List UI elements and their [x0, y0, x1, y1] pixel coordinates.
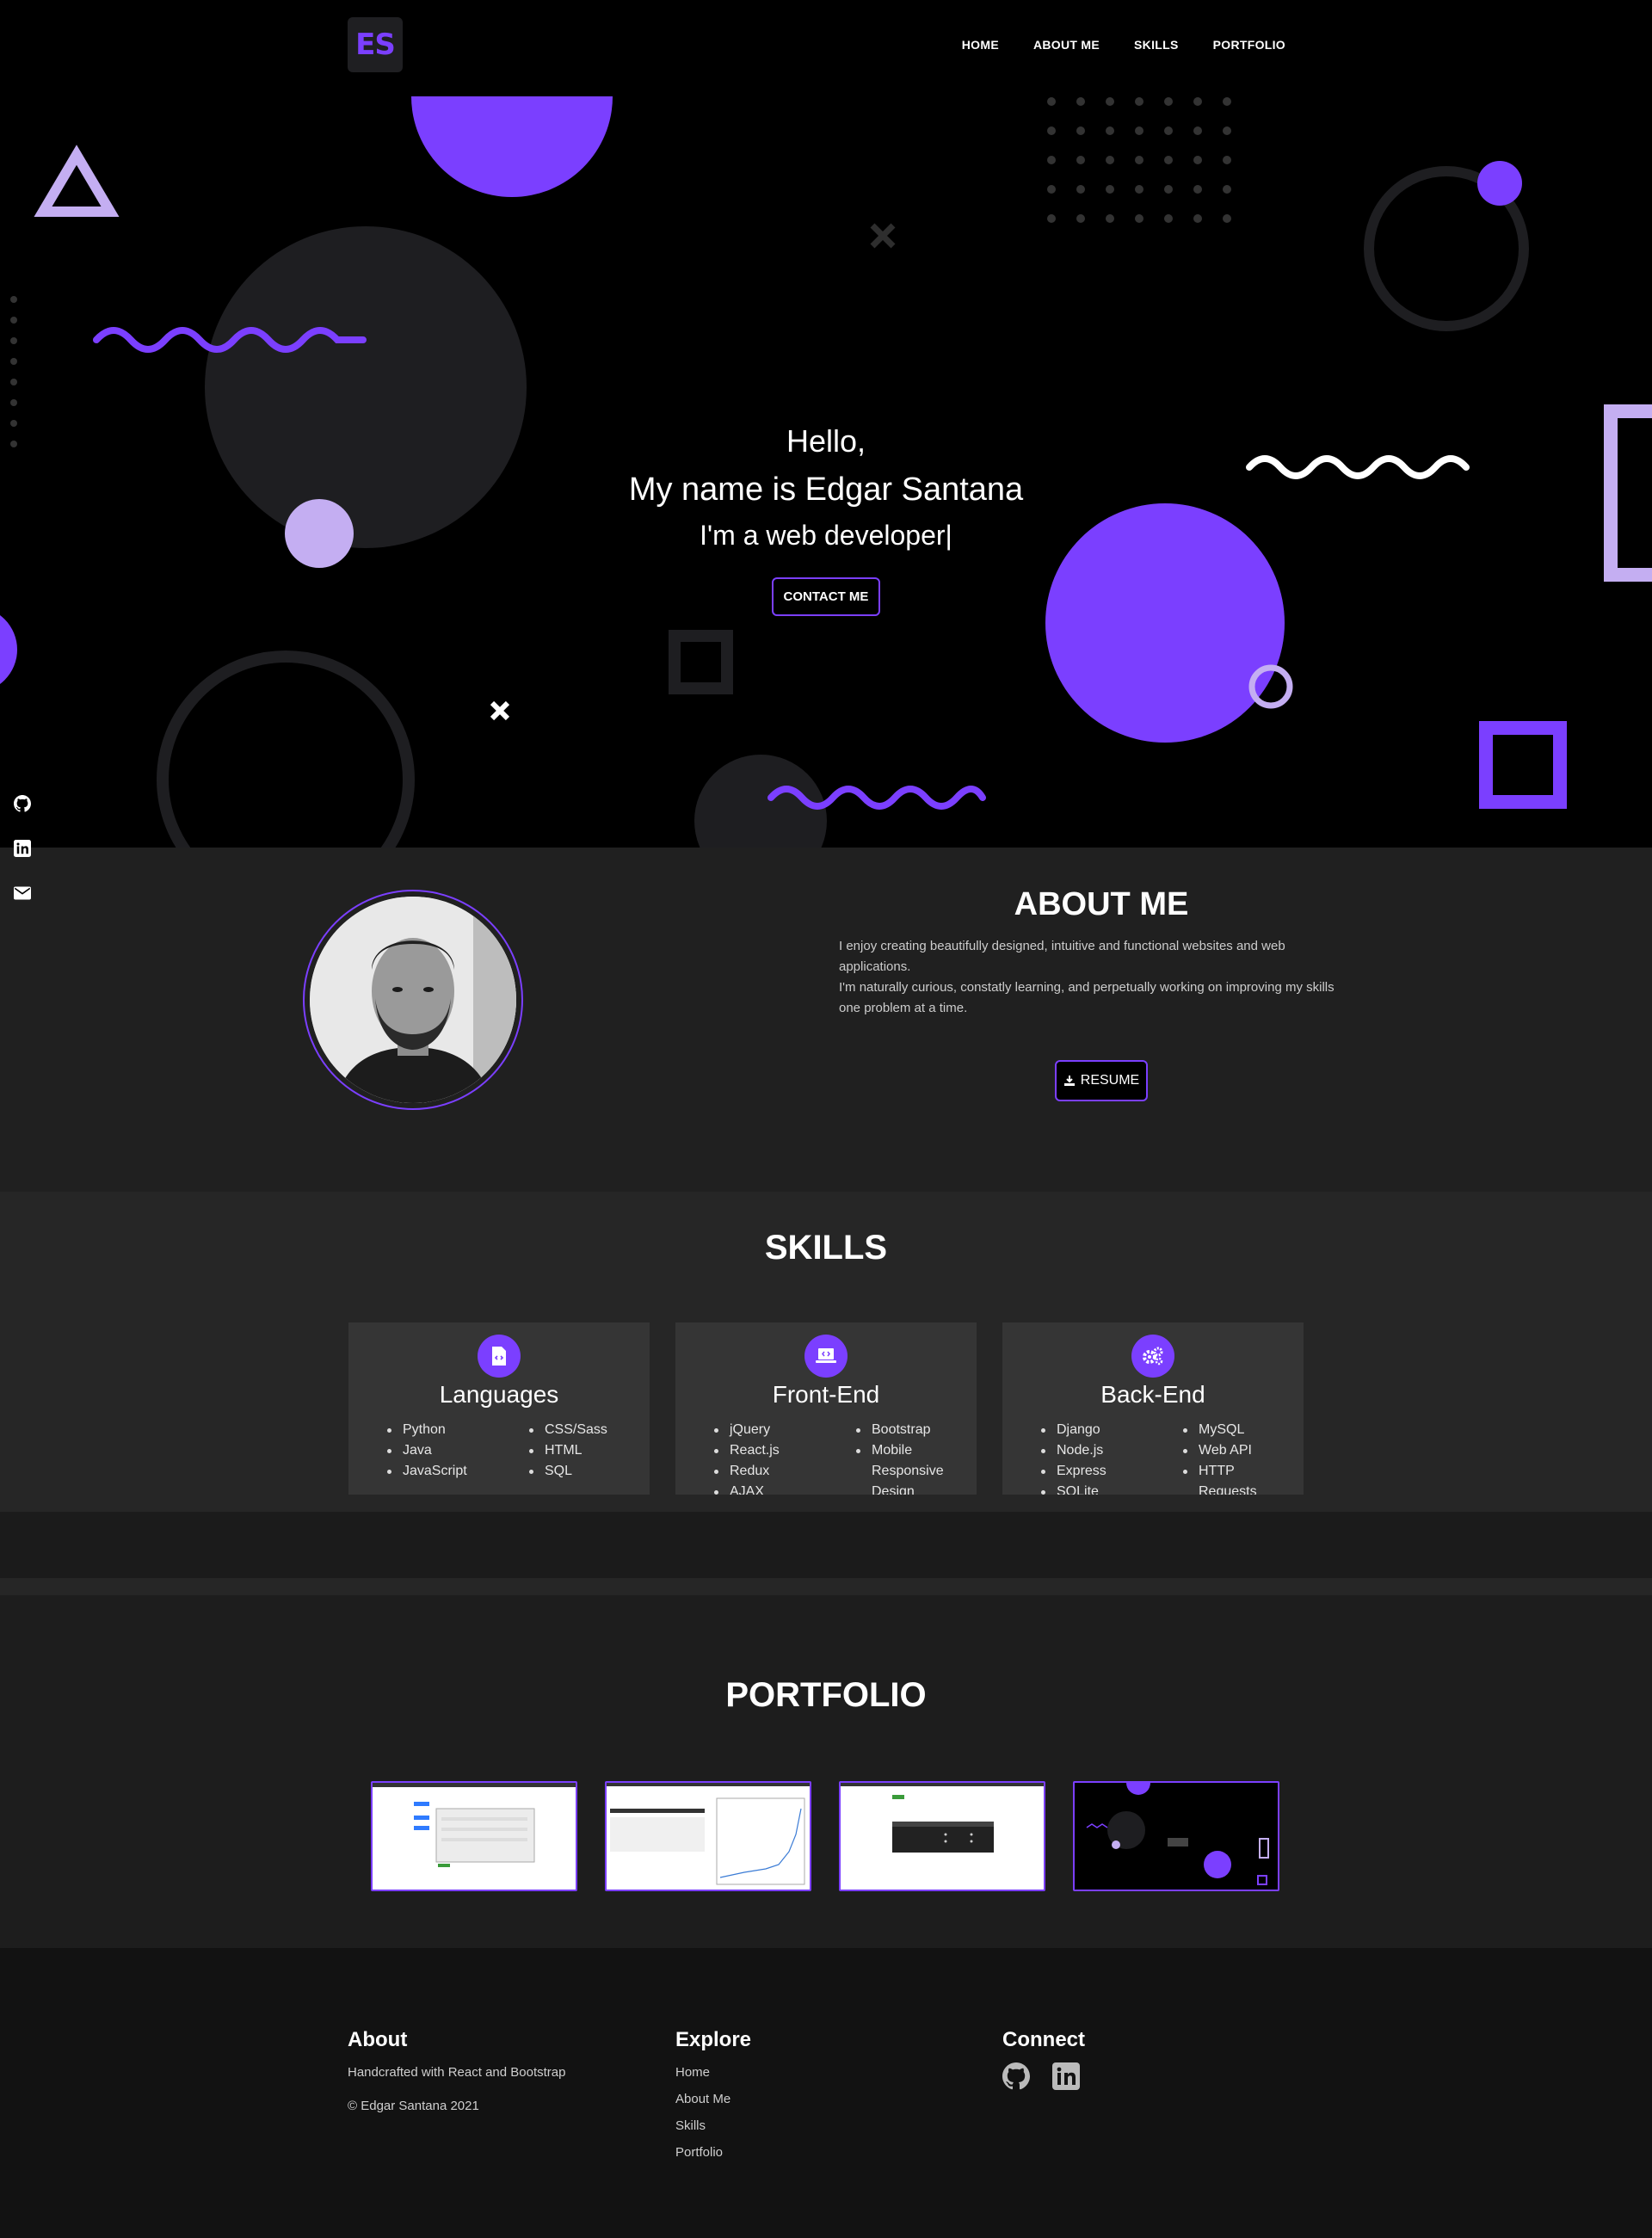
profile-photo — [310, 897, 516, 1103]
about-text: I enjoy creating beautifully designed, i… — [839, 936, 1355, 1019]
skill-item: AJAX — [714, 1482, 780, 1495]
edge-circle-shape — [0, 615, 17, 684]
footer-about-title: About — [348, 2028, 408, 2051]
skill-item: Node.js — [1041, 1440, 1106, 1461]
skills-title: SKILLS — [764, 1229, 888, 1267]
half-circle-shape — [411, 96, 613, 197]
portfolio-project-thumbnail[interactable] — [1073, 1781, 1279, 1891]
skill-item: SQLite — [1041, 1482, 1106, 1495]
skill-list-right: CSS/Sass HTML SQL — [529, 1420, 607, 1482]
cogs-icon — [1131, 1335, 1174, 1378]
hero-name: My name is Edgar Santana — [628, 472, 1024, 508]
skill-item: Express — [1041, 1461, 1106, 1482]
section-divider — [0, 1512, 1652, 1578]
about-paragraph-2: I'm naturally curious, constatly learnin… — [839, 980, 1335, 1015]
hero-role: I'm a web developer| — [700, 520, 952, 551]
portfolio-project-thumbnail[interactable] — [839, 1781, 1045, 1891]
ring-shape-bottom — [157, 650, 415, 848]
skill-item: SQL — [529, 1461, 607, 1482]
skill-item: Web API — [1183, 1440, 1278, 1461]
dot-grid-shape — [1047, 97, 1231, 223]
contact-me-button[interactable]: CONTACT ME — [771, 577, 881, 616]
footer-social-icons — [1002, 2062, 1286, 2094]
github-icon[interactable] — [1002, 2062, 1030, 2094]
section-divider — [0, 1578, 1652, 1595]
download-icon — [1063, 1076, 1075, 1086]
skill-list-left: Python Java JavaScript — [387, 1420, 467, 1482]
skill-list-right: Bootstrap Mobile Responsive Design — [856, 1420, 951, 1495]
skill-item: React.js — [714, 1440, 780, 1461]
github-icon[interactable] — [14, 795, 31, 812]
skill-item: HTML — [529, 1440, 607, 1461]
logo[interactable]: ES — [348, 17, 403, 72]
skill-item: Mobile Responsive Design — [856, 1440, 951, 1495]
footer-connect-title: Connect — [1002, 2028, 1085, 2051]
skill-item: Redux — [714, 1461, 780, 1482]
linkedin-icon[interactable] — [1052, 2062, 1080, 2094]
skill-list-left: jQuery React.js Redux AJAX — [714, 1420, 780, 1495]
skill-item: Java — [387, 1440, 467, 1461]
nav-link-portfolio[interactable]: PORTFOLIO — [1213, 38, 1285, 52]
nav-link-about[interactable]: ABOUT ME — [1033, 38, 1100, 52]
skill-card-title: Languages — [439, 1381, 559, 1408]
skill-item: MySQL — [1183, 1420, 1278, 1440]
footer-about-text: Handcrafted with React and Bootstrap — [348, 2065, 566, 2080]
hero-text: Hello, My name is Edgar Santana I'm a we… — [0, 417, 1652, 616]
footer-link-home[interactable]: Home — [675, 2059, 959, 2086]
portfolio-project-thumbnail[interactable] — [371, 1781, 577, 1891]
skill-list-left: Django Node.js Express SQLite — [1041, 1420, 1106, 1495]
resume-button[interactable]: RESUME — [1055, 1060, 1148, 1101]
email-icon[interactable] — [14, 885, 31, 902]
hero-greeting: Hello, — [786, 423, 866, 459]
footer-link-portfolio[interactable]: Portfolio — [675, 2139, 959, 2166]
x-shape-white — [490, 700, 510, 721]
social-sidebar — [14, 795, 31, 902]
skill-item: Python — [387, 1420, 467, 1440]
nav-link-home[interactable]: HOME — [962, 38, 999, 52]
skill-card-title: Front-End — [772, 1381, 880, 1408]
nav-links: HOME ABOUT ME SKILLS PORTFOLIO — [962, 38, 1285, 52]
footer-link-skills[interactable]: Skills — [675, 2112, 959, 2139]
skill-card-front-end: Front-End jQuery React.js Redux AJAX Boo… — [675, 1322, 977, 1495]
footer-link-about[interactable]: About Me — [675, 2086, 959, 2112]
skill-item: jQuery — [714, 1420, 780, 1440]
about-section — [0, 848, 1652, 1192]
skill-item: Django — [1041, 1420, 1106, 1440]
resume-label: RESUME — [1080, 1073, 1140, 1088]
skill-item: JavaScript — [387, 1461, 467, 1482]
skill-card-languages: Languages Python Java JavaScript CSS/Sas… — [348, 1322, 650, 1495]
skill-card-title: Back-End — [1100, 1381, 1205, 1408]
dark-square-shape — [669, 630, 733, 694]
linkedin-icon[interactable] — [14, 840, 31, 857]
navbar: ES HOME ABOUT ME SKILLS PORTFOLIO — [0, 0, 1652, 86]
portfolio-section — [0, 1595, 1652, 1948]
nav-link-skills[interactable]: SKILLS — [1134, 38, 1179, 52]
triangle-shape — [34, 145, 120, 217]
about-paragraph-1: I enjoy creating beautifully designed, i… — [839, 939, 1285, 974]
hero-section: Hello, My name is Edgar Santana I'm a we… — [0, 0, 1652, 848]
skill-item: Bootstrap — [856, 1420, 951, 1440]
file-code-icon — [478, 1335, 521, 1378]
skill-item: HTTP Requests — [1183, 1461, 1278, 1495]
footer-about: About Handcrafted with React and Bootstr… — [348, 2028, 632, 2119]
purple-square-shape — [1479, 721, 1567, 809]
footer-copyright: © Edgar Santana 2021 — [348, 2099, 479, 2113]
x-shape-gray — [870, 223, 896, 249]
skill-item: CSS/Sass — [529, 1420, 607, 1440]
laptop-code-icon — [804, 1335, 848, 1378]
portfolio-title: PORTFOLIO — [725, 1676, 927, 1714]
portfolio-project-thumbnail[interactable] — [605, 1781, 811, 1891]
skill-list-right: MySQL Web API HTTP Requests — [1183, 1420, 1278, 1495]
footer-explore-title: Explore — [675, 2028, 752, 2051]
purple-dot-shape — [1477, 161, 1522, 206]
footer-connect: Connect — [1002, 2028, 1286, 2094]
about-title: ABOUT ME — [1014, 886, 1189, 922]
page: Hello, My name is Edgar Santana I'm a we… — [0, 0, 1652, 2238]
profile-photo-frame — [303, 890, 523, 1110]
skill-card-back-end: Back-End Django Node.js Express SQLite M… — [1002, 1322, 1304, 1495]
footer-explore: Explore Home About Me Skills Portfolio — [675, 2028, 959, 2166]
